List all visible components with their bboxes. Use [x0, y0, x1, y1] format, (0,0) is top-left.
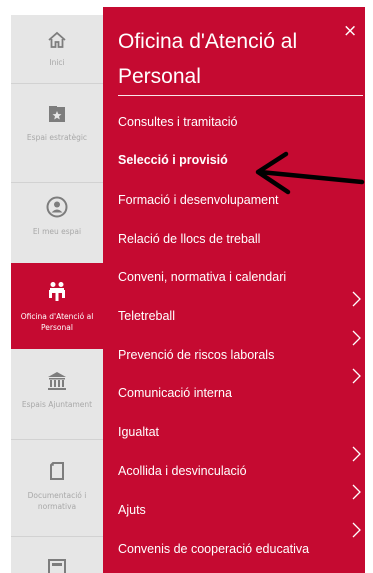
- chevron-right-icon[interactable]: [350, 291, 362, 307]
- menu-item-comunicacio[interactable]: Comunicació interna: [118, 385, 358, 401]
- rail-item-documentacio-normativa[interactable]: Documentació i normativa: [11, 440, 103, 536]
- star-folder-icon: [47, 104, 67, 128]
- home-icon: [47, 31, 67, 53]
- menu-item-consultes[interactable]: Consultes i tramitació: [118, 114, 358, 130]
- chevron-right-icon[interactable]: [350, 484, 362, 500]
- title-divider: [118, 95, 363, 96]
- menu-item-ajuts[interactable]: Ajuts: [118, 502, 358, 518]
- menu-item-acollida[interactable]: Acollida i desvinculació: [118, 463, 358, 479]
- menu-item-igualtat[interactable]: Igualtat: [118, 424, 358, 440]
- menu-item-relacio[interactable]: Relació de llocs de treball: [118, 231, 358, 247]
- panel-title: Oficina d'Atenció al Personal: [118, 30, 298, 88]
- menu-item-convenis-cooperacio[interactable]: Convenis de cooperació educativa: [118, 541, 358, 557]
- document-icon: [49, 462, 65, 486]
- menu-panel: × Oficina d'Atenció al Personal Consulte…: [103, 7, 365, 573]
- menu-item-teletreball[interactable]: Teletreball: [118, 308, 358, 324]
- rail-item-oficina-atencio-personal[interactable]: Oficina d'Atenció al Personal: [11, 263, 103, 349]
- chevron-right-icon[interactable]: [350, 330, 362, 346]
- office-people-icon: [48, 281, 66, 307]
- close-button[interactable]: ×: [343, 23, 357, 40]
- chevron-right-icon[interactable]: [350, 446, 362, 462]
- menu-item-conveni[interactable]: Conveni, normativa i calendari: [118, 269, 358, 285]
- rail-item-inici[interactable]: Inici: [11, 15, 103, 83]
- newspaper-icon: [48, 559, 66, 573]
- rail-item-espai-estrategic[interactable]: Espai estratègic: [11, 84, 103, 182]
- building-columns-icon: [46, 371, 68, 395]
- chevron-right-icon[interactable]: [350, 368, 362, 384]
- app-frame: Inici Espai estratègic El meu espai Ofic…: [0, 0, 373, 573]
- rail-item-more[interactable]: [11, 537, 103, 573]
- left-rail: Inici Espai estratègic El meu espai Ofic…: [11, 15, 103, 573]
- rail-label-inici: Inici: [49, 58, 65, 67]
- rail-item-espais-ajuntament[interactable]: Espais Ajuntament: [11, 349, 103, 439]
- rail-label-espais-ajuntament: Espais Ajuntament: [21, 400, 93, 409]
- chevron-right-icon[interactable]: [350, 522, 362, 538]
- annotation-arrow-icon: [255, 151, 365, 195]
- menu-item-prevencio[interactable]: Prevenció de riscos laborals: [118, 347, 358, 363]
- rail-label-espai-estrategic: Espai estratègic: [26, 133, 88, 142]
- rail-label-documentacio: Documentació i normativa: [27, 491, 87, 511]
- rail-item-el-meu-espai[interactable]: El meu espai: [11, 183, 103, 263]
- user-circle-icon: [46, 196, 68, 222]
- rail-label-oficina: Oficina d'Atenció al Personal: [20, 312, 94, 332]
- rail-label-el-meu-espai: El meu espai: [32, 227, 82, 236]
